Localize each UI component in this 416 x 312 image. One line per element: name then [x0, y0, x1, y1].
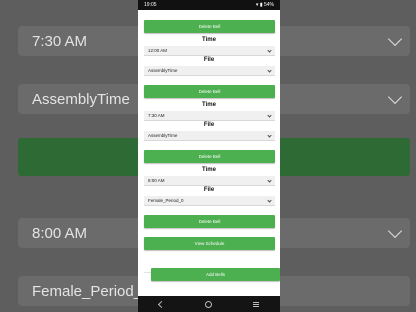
delete-bell-button[interactable]: Delete Bell: [144, 215, 275, 228]
time-select[interactable]: 7:30 AM: [144, 111, 275, 121]
status-bar: 19:05 ▾ ▮ 54%: [138, 0, 280, 10]
time-select[interactable]: 12:00 AM: [144, 46, 275, 56]
delete-bell-button[interactable]: Delete Bell: [144, 20, 275, 33]
status-right: ▾ ▮ 54%: [256, 2, 274, 8]
file-select[interactable]: Female_Period_0: [144, 196, 275, 206]
delete-bell-button[interactable]: Delete Bell: [144, 85, 275, 98]
delete-bell-button[interactable]: Delete Bell: [144, 150, 275, 163]
home-icon[interactable]: [204, 300, 212, 308]
file-select-value: Female_Period_0: [148, 198, 184, 203]
bg-time-value: 7:30 AM: [32, 32, 88, 50]
time-select-value: 7:30 AM: [148, 113, 165, 118]
file-select[interactable]: AssemblyTime: [144, 131, 275, 141]
time-select-value: 8:00 AM: [148, 178, 165, 183]
chevron-down-icon: [267, 113, 272, 118]
chevron-down-icon: [267, 68, 272, 73]
view-schedule-button[interactable]: View Schedule: [144, 237, 275, 250]
time-label: Time: [202, 102, 216, 108]
bg-time-value-2: 8:00 AM: [32, 224, 88, 242]
bg-chevron-down-icon: [387, 31, 403, 47]
file-label: File: [203, 122, 215, 128]
time-label: Time: [202, 37, 216, 43]
phone-screen: 19:05 ▾ ▮ 54% Delete Bell Time 12:00 AM …: [138, 0, 280, 312]
chevron-down-icon: [267, 133, 272, 138]
file-label: File: [203, 57, 215, 63]
time-select[interactable]: 8:00 AM: [144, 176, 275, 186]
file-select[interactable]: AssemblyTime: [144, 66, 275, 76]
battery-icon: ▮: [259, 2, 263, 8]
bg-file-value: AssemblyTime: [32, 90, 130, 108]
wifi-icon: ▾: [255, 2, 259, 8]
bell-list: Delete Bell Time 12:00 AM File AssemblyT…: [138, 10, 280, 296]
chevron-down-icon: [267, 198, 272, 203]
recents-icon[interactable]: [253, 303, 260, 305]
bg-chevron-down-icon: [387, 89, 403, 105]
file-select-value: AssemblyTime: [148, 68, 178, 73]
chevron-down-icon: [267, 48, 272, 53]
file-label: File: [203, 187, 215, 193]
file-select-value: AssemblyTime: [148, 133, 178, 138]
time-select-value: 12:00 AM: [148, 48, 168, 53]
bg-chevron-down-icon: [387, 223, 403, 239]
add-bells-button[interactable]: Add Bells: [151, 268, 280, 281]
back-icon[interactable]: [157, 300, 165, 308]
status-time: 19:05: [144, 2, 157, 8]
bg-file-value-2: Female_Period_0: [32, 282, 151, 300]
time-label: Time: [202, 167, 216, 173]
navigation-bar: [138, 296, 280, 312]
battery-percent: 54%: [263, 2, 274, 8]
chevron-down-icon: [267, 178, 272, 183]
